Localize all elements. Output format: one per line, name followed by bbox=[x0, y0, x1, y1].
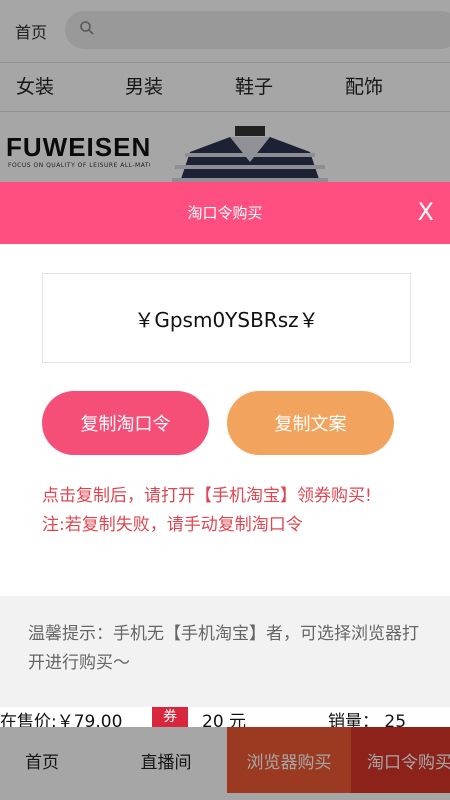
coupon-badge: 券 bbox=[152, 707, 188, 727]
tab-bar-dim bbox=[0, 727, 450, 793]
taokouling-code[interactable]: ￥Gpsm0YSBRsz￥ bbox=[42, 273, 411, 363]
instruction-text: 点击复制后，请打开【手机淘宝】领券购买! 注:若复制失败，请手动复制淘口令 bbox=[42, 482, 412, 540]
modal-title: 淘口令购买 bbox=[187, 204, 263, 222]
instruction-line-1: 点击复制后，请打开【手机淘宝】领券购买! bbox=[42, 486, 372, 506]
modal-header: 淘口令购买 X bbox=[0, 182, 450, 244]
tip-text: 温馨提示：手机无【手机淘宝】者，可选择浏览器打开进行购买～ bbox=[0, 596, 450, 707]
copy-code-button[interactable]: 复制淘口令 bbox=[42, 391, 209, 455]
taokouling-modal: 淘口令购买 X ￥Gpsm0YSBRsz￥ 复制淘口令 复制文案 点击复制后，请… bbox=[0, 182, 450, 707]
product-info-bar: 在售价:￥79.00 券 20 元 销量： 25 bbox=[0, 707, 450, 732]
instruction-line-2: 注:若复制失败，请手动复制淘口令 bbox=[42, 515, 303, 535]
copy-text-button[interactable]: 复制文案 bbox=[227, 391, 394, 455]
close-button[interactable]: X bbox=[418, 198, 434, 226]
